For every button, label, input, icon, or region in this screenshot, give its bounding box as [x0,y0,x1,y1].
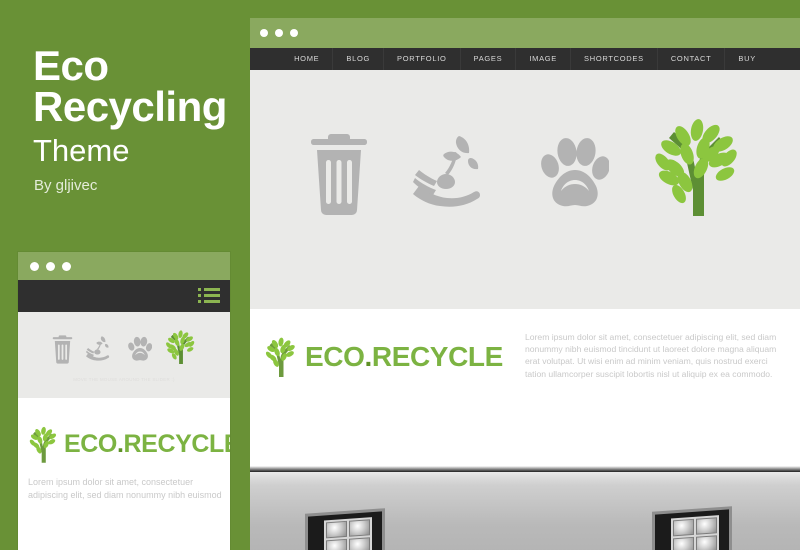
list-dot [198,288,201,291]
slider-icon-row [250,118,800,216]
brand-logo[interactable]: ECO.RECYCLE [264,337,503,377]
bulb [349,537,370,550]
hand-plant-icon [413,130,497,216]
list-menu-bars [204,288,220,303]
preview-dot-minimize[interactable] [46,262,55,271]
ceiling-light-left-bulbs [324,517,372,550]
main-browser-window: HOME BLOG PORTFOLIO PAGES IMAGE SHORTCOD… [250,18,800,550]
list-dot [198,300,201,303]
brand-eco: ECO [305,341,365,372]
bulb [673,536,694,550]
main-navbar: HOME BLOG PORTFOLIO PAGES IMAGE SHORTCOD… [250,48,800,70]
preview-hero-slider[interactable]: MOVE THE MOUSE AROUND THE SLIDER :) [18,312,230,398]
window-dot-maximize[interactable] [290,29,298,37]
brand-tree-icon [264,337,298,377]
trash-bin-icon [309,130,369,216]
promo-title-line1: Eco [33,42,109,89]
brand-recycle: RECYCLE [371,341,503,372]
promo-title: Eco Recycling [33,42,243,130]
ceiling-light-left [308,511,382,550]
preview-brand-text: ECO.RECYCLE [64,432,230,457]
preview-slider-caption: MOVE THE MOUSE AROUND THE SLIDER :) [73,377,175,382]
list-menu-icon[interactable] [198,288,220,303]
nav-item-portfolio[interactable]: PORTFOLIO [383,48,460,70]
paw-print-icon [128,334,152,364]
bulb [326,520,347,539]
preview-browser-window: MOVE THE MOUSE AROUND THE SLIDER :) ECO.… [18,252,230,550]
bulb [696,517,717,535]
list-bar [204,294,220,297]
bulb [349,519,370,537]
preview-dot-close[interactable] [30,262,39,271]
preview-brand-recycle: RECYCLE [123,430,230,458]
ceiling-light-right [655,509,729,550]
list-bar [204,300,220,303]
preview-content-paragraph: Lorem ipsum dolor sit amet, consectetuer… [28,477,222,500]
brand-dot: . [364,341,372,372]
bulb [696,535,717,550]
preview-slider-icon-row [18,330,230,364]
tree-icon [165,330,196,364]
bulb [673,518,694,537]
nav-item-pages[interactable]: PAGES [459,48,516,70]
preview-navbar [18,280,230,312]
nav-item-shortcodes[interactable]: SHORTCODES [570,48,657,70]
promo-title-line2: Recycling [33,83,227,130]
main-nav-list: HOME BLOG PORTFOLIO PAGES IMAGE SHORTCOD… [250,48,800,70]
brand-tree-icon [28,426,59,463]
preview-brand-logo[interactable]: ECO.RECYCLE [28,426,230,463]
nav-item-contact[interactable]: CONTACT [656,48,725,70]
window-dot-minimize[interactable] [275,29,283,37]
list-dot [198,294,201,297]
nav-item-image[interactable]: IMAGE [515,48,570,70]
bulb [326,538,347,550]
promo-author: By gljivec [34,177,98,194]
window-dot-close[interactable] [260,29,268,37]
paw-print-icon [541,130,609,216]
brand-text: ECO.RECYCLE [305,343,503,371]
nav-item-blog[interactable]: BLOG [332,48,383,70]
trash-bin-icon [52,334,73,364]
hand-plant-icon [86,334,115,364]
nav-item-home[interactable]: HOME [281,48,332,70]
preview-brand-eco: ECO [64,430,117,458]
main-window-titlebar [250,18,800,48]
ceiling-photo [250,454,800,550]
preview-window-controls[interactable] [30,262,71,271]
ceiling-light-right-bulbs [671,515,719,550]
promo-subtitle: Theme [33,133,130,168]
preview-window-titlebar [18,252,230,280]
window-controls[interactable] [260,29,298,37]
list-menu-dots [198,288,201,303]
tree-icon [653,118,741,216]
hero-slider[interactable]: MOVE THE MOUSE AROUND THE SLIDER :) [250,70,800,362]
content-paragraph: Lorem ipsum dolor sit amet, consectetuer… [525,332,777,379]
nav-item-buy[interactable]: BUY [724,48,769,70]
preview-content-section: ECO.RECYCLE Lorem ipsum dolor sit amet, … [18,398,230,550]
content-section: ECO.RECYCLE Lorem ipsum dolor sit amet, … [250,309,800,454]
list-bar [204,288,220,291]
preview-dot-maximize[interactable] [62,262,71,271]
